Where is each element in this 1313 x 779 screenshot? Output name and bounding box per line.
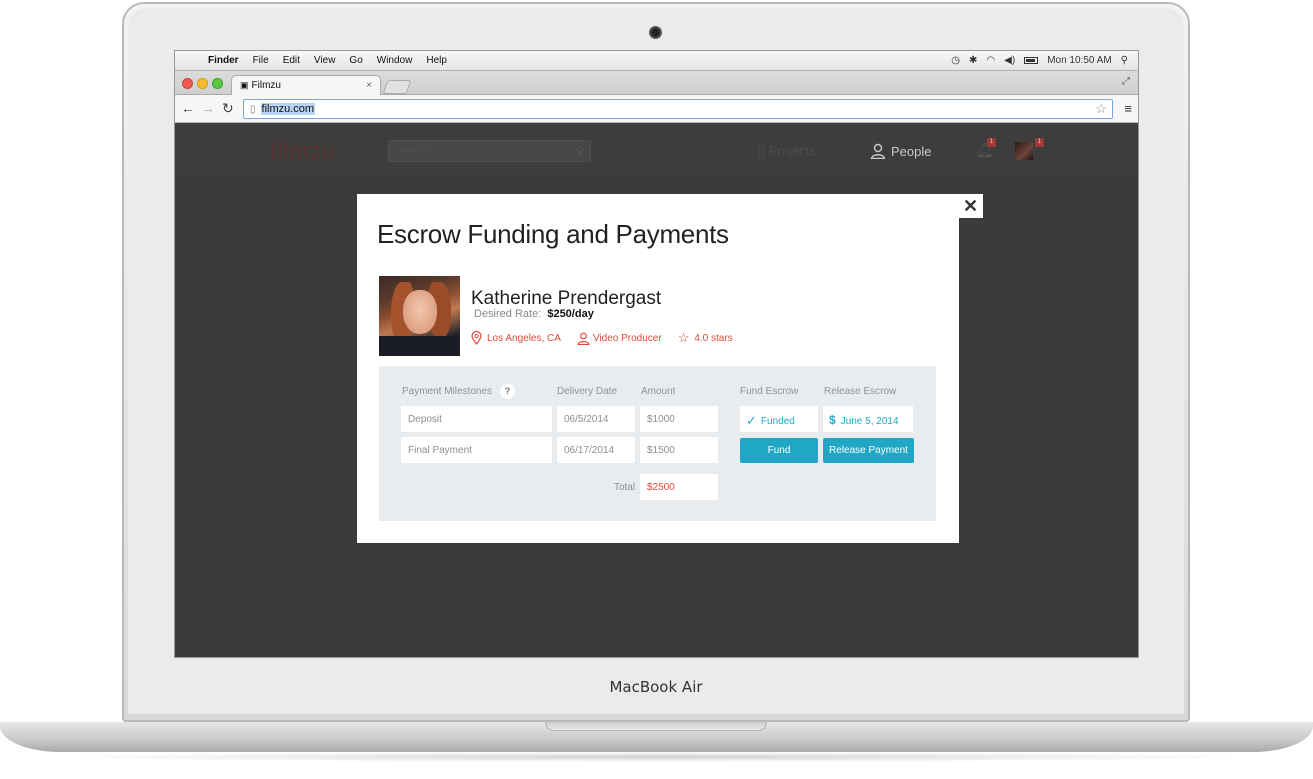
spotlight-search-icon[interactable]: ⚲: [1121, 55, 1128, 66]
header-payment-milestones-label: Payment Milestones: [402, 386, 493, 397]
check-icon: ✓: [746, 413, 757, 428]
nav-people-label: People: [891, 144, 932, 159]
new-tab-button[interactable]: [382, 80, 412, 94]
release-payment-button[interactable]: Release Payment: [823, 438, 914, 463]
location-item: Los Angeles, CA: [471, 331, 561, 345]
role-text: Video Producer: [592, 332, 662, 344]
address-bar[interactable]: ▯ filmzu.com ☆: [243, 99, 1113, 119]
mac-menubar: Finder File Edit View Go Window Help ◷ ✱…: [175, 51, 1138, 71]
laptop-shadow: [40, 752, 1273, 762]
header-release-escrow: Release Escrow: [824, 386, 897, 397]
person-icon: [870, 143, 886, 159]
fullscreen-icon[interactable]: ⤢: [1122, 76, 1130, 87]
amount-input[interactable]: $1000: [640, 406, 718, 432]
screen: Finder File Edit View Go Window Help ◷ ✱…: [174, 50, 1139, 658]
milestones-panel: Payment Milestones? Delivery Date Amount…: [379, 366, 936, 521]
location-text: Los Angeles, CA: [487, 332, 561, 344]
release-status-label: June 5, 2014: [840, 416, 899, 427]
amount-input[interactable]: $1500: [640, 437, 718, 463]
rating-text: 4.0 stars: [694, 332, 733, 344]
nav-projects-label: Projects: [768, 143, 816, 158]
menu-edit[interactable]: Edit: [276, 55, 307, 66]
browser-menu-icon[interactable]: ≡: [1124, 101, 1132, 116]
profile-name[interactable]: Katherine Prendergast: [471, 288, 661, 310]
time-machine-icon[interactable]: ◷: [951, 55, 960, 66]
header-fund-escrow: Fund Escrow: [740, 386, 799, 397]
total-label: Total: [614, 482, 636, 493]
search-placeholder: Search: [395, 145, 430, 157]
funded-status-label: Funded: [760, 416, 795, 427]
rate-value: $250/day: [547, 308, 594, 320]
menu-help[interactable]: Help: [419, 55, 454, 66]
release-status: $ June 5, 2014: [823, 406, 913, 432]
milestone-input[interactable]: Final Payment: [401, 437, 552, 463]
bookmark-star-icon[interactable]: ☆: [1095, 101, 1107, 117]
menu-go[interactable]: Go: [342, 55, 369, 66]
profile-meta: Los Angeles, CA Video Producer ☆ 4.0 sta…: [471, 330, 749, 346]
projects-icon: ▯: [758, 143, 769, 158]
help-icon[interactable]: ?: [500, 384, 516, 399]
volume-icon[interactable]: ◀): [1004, 55, 1015, 66]
modal-close-icon[interactable]: ✕: [958, 194, 983, 218]
header-payment-milestones: Payment Milestones?: [402, 384, 516, 399]
reload-icon[interactable]: ↻: [222, 100, 234, 117]
total-value: $2500: [640, 474, 718, 500]
person-outline-icon: [577, 332, 590, 345]
tab-title: Filmzu: [251, 80, 281, 91]
dollar-icon: $: [829, 413, 836, 427]
header-delivery-date: Delivery Date: [557, 386, 618, 397]
battery-icon[interactable]: [1024, 57, 1039, 64]
page-icon: ▯: [250, 103, 256, 115]
tab-close-icon[interactable]: ×: [366, 80, 372, 91]
modal-title: Escrow Funding and Payments: [377, 219, 729, 249]
message-badge: 1: [1035, 138, 1044, 147]
notification-badge: 1: [987, 138, 996, 147]
menu-file[interactable]: File: [246, 55, 276, 66]
filmzu-favicon-icon: ▣: [240, 80, 249, 90]
window-zoom-button[interactable]: [212, 78, 223, 89]
search-icon[interactable]: ⚲: [575, 144, 584, 158]
camera-icon: [649, 26, 662, 39]
rating-item: ☆ 4.0 stars: [678, 330, 733, 346]
menubar-clock[interactable]: Mon 10:50 AM: [1047, 55, 1111, 66]
address-url[interactable]: filmzu.com: [260, 103, 316, 115]
milestone-input[interactable]: Deposit: [401, 406, 552, 432]
star-icon: ☆: [677, 330, 690, 345]
back-arrow-icon[interactable]: ←: [181, 100, 195, 116]
menubar-status-area: ◷ ✱ ◠ ◀) Mon 10:50 AM ⚲: [951, 55, 1138, 66]
escrow-modal: Escrow Funding and Payments Katherine Pr…: [357, 194, 959, 543]
wifi-icon[interactable]: ◠: [986, 55, 995, 66]
nav-projects[interactable]: ▯ Projects: [758, 143, 816, 159]
menu-window[interactable]: Window: [370, 55, 420, 66]
device-brand-label: MacBook Air: [609, 678, 703, 696]
browser-tab-filmzu[interactable]: ▣ Filmzu ×: [231, 75, 381, 95]
bluetooth-icon[interactable]: ✱: [969, 55, 977, 66]
role-item: Video Producer: [577, 332, 662, 345]
laptop-hinge-notch: [545, 722, 767, 731]
forward-arrow-icon[interactable]: →: [201, 100, 215, 116]
window-close-button[interactable]: [182, 78, 193, 89]
fund-button[interactable]: Fund: [740, 438, 818, 463]
rate-label: Desired Rate:: [474, 308, 542, 320]
window-minimize-button[interactable]: [197, 78, 208, 89]
header-search-input[interactable]: Search ⚲: [388, 140, 591, 162]
app-header: filmzu Search ⚲ ▯ Projects People 🔔︎ 1 1: [175, 123, 1138, 179]
delivery-date-input[interactable]: 06/17/2014: [557, 437, 635, 463]
filmzu-logo[interactable]: filmzu: [270, 138, 336, 166]
profile-photo: [379, 276, 460, 356]
header-amount: Amount: [641, 386, 676, 397]
header-avatar[interactable]: [1015, 142, 1033, 160]
delivery-date-input[interactable]: 06/5/2014: [557, 406, 635, 432]
browser-toolbar: ← → ↻ ▯ filmzu.com ☆ ≡: [175, 95, 1138, 123]
desired-rate: Desired Rate: $250/day: [474, 308, 594, 320]
nav-people[interactable]: People: [870, 143, 931, 159]
browser-tabstrip: ▣ Filmzu × ⤢: [175, 71, 1138, 95]
funded-status: ✓ Funded: [740, 406, 818, 432]
menu-view[interactable]: View: [307, 55, 343, 66]
menu-finder[interactable]: Finder: [201, 55, 246, 66]
location-pin-icon: [471, 331, 482, 345]
